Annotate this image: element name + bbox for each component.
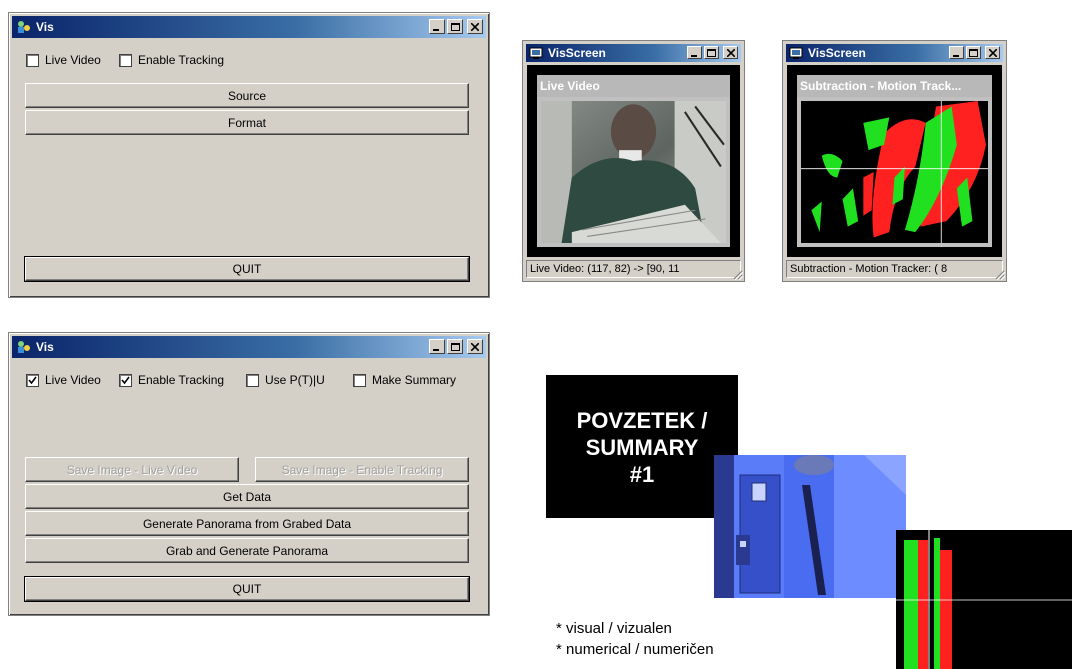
vis-window-extended: Vis Live Video Enable Tracking Use P(T)|…	[8, 332, 490, 616]
resize-grip-icon[interactable]	[731, 268, 743, 280]
title-bar[interactable]: Vis	[12, 16, 486, 38]
video-panel: Subtraction - Motion Track...	[797, 75, 992, 247]
live-video-checkbox[interactable]: Live Video	[26, 53, 101, 67]
close-icon[interactable]	[723, 46, 738, 59]
checkbox-label: Live Video	[45, 373, 101, 387]
window-title: VisScreen	[808, 46, 866, 60]
summary-photo-blue	[714, 455, 906, 598]
window-title: VisScreen	[548, 46, 606, 60]
checkbox-label: Enable Tracking	[138, 373, 225, 387]
minimize-icon[interactable]	[429, 339, 445, 354]
checkbox-box[interactable]	[119, 373, 132, 387]
use-ptu-checkbox[interactable]: Use P(T)|U	[246, 373, 325, 387]
motion-tracker-image	[801, 101, 988, 243]
checkbox-box[interactable]	[26, 373, 39, 387]
close-icon[interactable]	[467, 339, 483, 354]
summary-line: POVZETEK /	[576, 408, 708, 433]
vis-window-basic: Vis Live Video Enable Tracking Source Fo…	[8, 12, 490, 298]
resize-grip-icon[interactable]	[993, 268, 1005, 280]
grab-generate-panorama-button[interactable]: Grab and Generate Panorama	[25, 538, 469, 563]
video-panel: Live Video	[537, 75, 730, 247]
window-title: Vis	[36, 340, 54, 354]
minimize-icon[interactable]	[949, 46, 964, 59]
checkbox-label: Enable Tracking	[138, 53, 225, 67]
video-caption: Subtraction - Motion Track...	[797, 75, 992, 97]
checkbox-box[interactable]	[26, 53, 39, 67]
source-button[interactable]: Source	[25, 83, 469, 108]
video-frame: Subtraction - Motion Track...	[787, 65, 1002, 257]
title-bar[interactable]: VisScreen	[786, 44, 1003, 62]
checkbox-label: Make Summary	[372, 373, 457, 387]
app-icon	[18, 341, 30, 353]
maximize-icon[interactable]	[447, 19, 463, 34]
live-video-checkbox[interactable]: Live Video	[26, 373, 101, 387]
checkmark-icon	[121, 376, 130, 384]
window-title: Vis	[36, 20, 54, 34]
video-caption: Live Video	[537, 75, 730, 97]
summary-title-card: POVZETEK / SUMMARY #1	[546, 375, 738, 518]
save-image-live-video-button[interactable]: Save Image - Live Video	[25, 457, 239, 482]
maximize-icon[interactable]	[966, 46, 981, 59]
status-bar: Live Video: (117, 82) -> [90, 11	[526, 260, 741, 278]
checkbox-box[interactable]	[353, 373, 366, 387]
make-summary-checkbox[interactable]: Make Summary	[353, 373, 456, 387]
maximize-icon[interactable]	[447, 339, 463, 354]
quit-button[interactable]: QUIT	[24, 256, 470, 282]
summary-photo-tracker	[896, 530, 1072, 669]
visscreen-tracker-window: VisScreen Subtraction - Motion Track...	[782, 40, 1007, 282]
screen-icon	[789, 47, 803, 59]
summary-line: #1	[629, 462, 655, 487]
visscreen-live-window: VisScreen Live Video Live Video: (117, 8…	[522, 40, 745, 282]
checkmark-icon	[28, 376, 37, 384]
get-data-button[interactable]: Get Data	[25, 484, 469, 509]
close-icon[interactable]	[985, 46, 1000, 59]
summary-bullet: * visual / vizualen	[556, 620, 672, 637]
summary-bullet: * numerical / numeričen	[556, 641, 714, 658]
close-icon[interactable]	[467, 19, 483, 34]
title-bar[interactable]: Vis	[12, 336, 486, 358]
app-icon	[18, 21, 30, 33]
screen-icon	[529, 47, 543, 59]
maximize-icon[interactable]	[704, 46, 719, 59]
checkbox-label: Live Video	[45, 53, 101, 67]
enable-tracking-checkbox[interactable]: Enable Tracking	[119, 53, 224, 67]
format-button[interactable]: Format	[25, 110, 469, 135]
checkbox-label: Use P(T)|U	[265, 373, 325, 387]
live-video-image	[541, 101, 726, 243]
status-bar: Subtraction - Motion Tracker: ( 8	[786, 260, 1003, 278]
save-image-enable-tracking-button[interactable]: Save Image - Enable Tracking	[255, 457, 469, 482]
generate-panorama-button[interactable]: Generate Panorama from Grabed Data	[25, 511, 469, 536]
minimize-icon[interactable]	[429, 19, 445, 34]
video-frame: Live Video	[527, 65, 740, 257]
quit-button[interactable]: QUIT	[24, 576, 470, 602]
checkbox-box[interactable]	[119, 53, 132, 67]
title-bar[interactable]: VisScreen	[526, 44, 741, 62]
checkbox-box[interactable]	[246, 373, 259, 387]
enable-tracking-checkbox[interactable]: Enable Tracking	[119, 373, 224, 387]
summary-line: SUMMARY	[585, 435, 699, 460]
minimize-icon[interactable]	[687, 46, 702, 59]
